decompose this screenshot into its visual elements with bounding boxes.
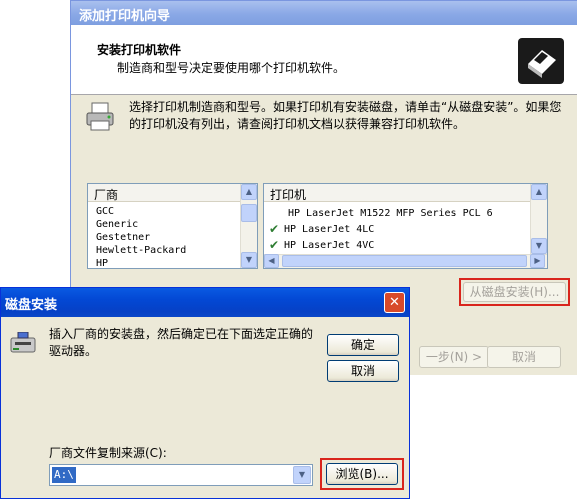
scroll-right-button[interactable]: ▶ [530, 254, 545, 268]
scroll-down-button[interactable]: ▼ [241, 252, 257, 268]
disk-drive-icon [9, 331, 37, 356]
scroll-left-button[interactable]: ◀ [264, 254, 279, 268]
source-value[interactable]: A:\ [52, 467, 76, 483]
list-item[interactable]: Hewlett-Packard [96, 245, 186, 256]
manufacturer-list[interactable]: 厂商 GCC Generic Gestetner Hewlett-Packard… [87, 183, 258, 269]
printer-vertical-scrollbar[interactable]: ▲ ▼ [530, 184, 547, 254]
install-from-disk-dialog: 磁盘安装 ✕ 插入厂商的安装盘，然后确定已在下面选定正确的驱动器。 确定 取消 … [0, 287, 410, 499]
dialog-cancel-button[interactable]: 取消 [327, 360, 399, 382]
dialog-title: 磁盘安装 [1, 288, 409, 317]
source-label: 厂商文件复制来源(C): [49, 446, 167, 460]
scroll-up-button[interactable]: ▲ [241, 184, 257, 200]
next-button[interactable]: 一步(N) > [419, 346, 489, 368]
source-combobox[interactable]: A:\ ▼ [49, 464, 313, 486]
browse-button[interactable]: 浏览(B)... [326, 463, 398, 485]
check-icon: ✔ [269, 222, 280, 236]
manufacturer-list-header[interactable]: 厂商 [88, 184, 240, 202]
printer-list-header[interactable]: 打印机 [264, 184, 530, 202]
ok-button[interactable]: 确定 [327, 334, 399, 356]
list-item[interactable]: HP LaserJet 4VC [284, 240, 374, 251]
list-item[interactable]: Gestetner [96, 232, 150, 243]
printer-horizontal-scrollbar[interactable]: ◀ ▶ [264, 254, 547, 268]
close-icon[interactable]: ✕ [384, 292, 405, 313]
wizard-header: 安装打印机软件 制造商和型号决定要使用哪个打印机软件。 [71, 25, 577, 95]
list-item[interactable]: HP LaserJet 4LC [284, 224, 374, 235]
printer-icon [85, 101, 115, 133]
manufacturer-scrollbar[interactable]: ▲ ▼ [240, 184, 257, 268]
printer-list[interactable]: 打印机 HP LaserJet M1522 MFP Series PCL 6 ✔… [263, 183, 548, 269]
have-disk-highlight: 从磁盘安装(H)... [459, 278, 570, 306]
have-disk-button[interactable]: 从磁盘安装(H)... [463, 282, 566, 302]
scroll-thumb[interactable] [282, 255, 527, 267]
chevron-down-icon[interactable]: ▼ [293, 466, 311, 484]
wizard-header-title: 安装打印机软件 [97, 43, 182, 57]
scroll-down-button[interactable]: ▼ [531, 238, 547, 254]
check-icon: ✔ [269, 238, 280, 252]
list-item[interactable]: Generic [96, 219, 138, 230]
browse-highlight: 浏览(B)... [320, 458, 404, 490]
scroll-up-button[interactable]: ▲ [531, 184, 547, 200]
wizard-cancel-button[interactable]: 取消 [487, 346, 561, 368]
list-item[interactable]: HP LaserJet M1522 MFP Series PCL 6 [288, 208, 493, 219]
wizard-instruction: 选择打印机制造商和型号。如果打印机有安装磁盘，请单击“从磁盘安装”。如果您的打印… [129, 100, 562, 131]
wizard-printer-icon [518, 38, 564, 84]
dialog-message: 插入厂商的安装盘，然后确定已在下面选定正确的驱动器。 [49, 327, 314, 358]
list-item[interactable]: GCC [96, 206, 114, 217]
wizard-header-subtitle: 制造商和型号决定要使用哪个打印机软件。 [117, 61, 346, 75]
list-item[interactable]: HP [96, 258, 108, 269]
wizard-title: 添加打印机向导 [71, 1, 577, 25]
scroll-thumb[interactable] [241, 204, 257, 222]
